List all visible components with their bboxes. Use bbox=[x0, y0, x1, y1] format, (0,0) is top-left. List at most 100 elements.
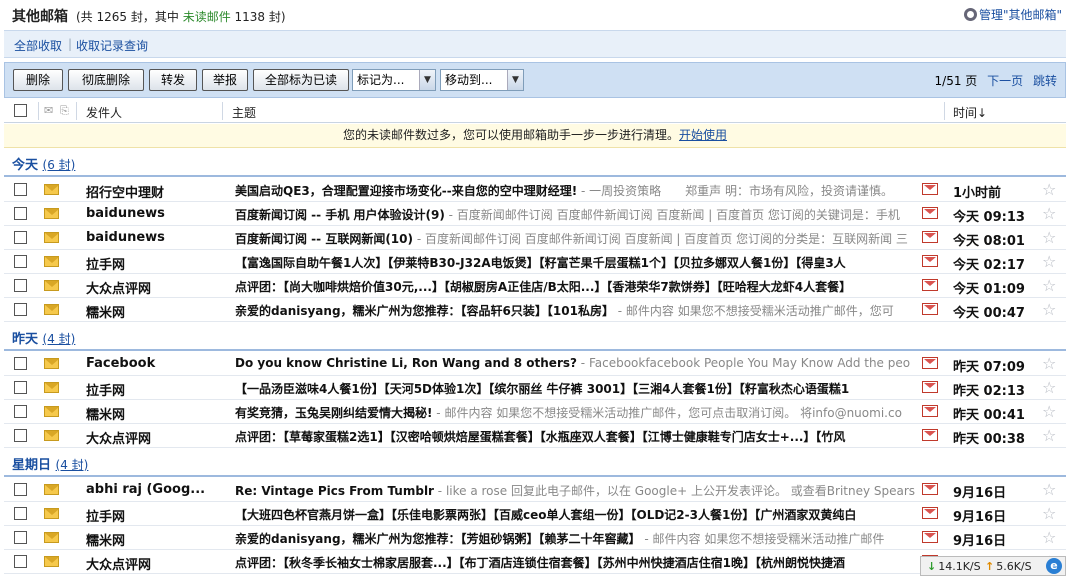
star-icon[interactable]: ☆ bbox=[1042, 228, 1056, 247]
mail-row[interactable]: 拉手网 【大班四色杯官燕月饼一盒】【乐佳电影票两张】【百威ceo单人套组一份】【O… bbox=[4, 502, 1066, 526]
unread-mail-link[interactable]: 未读邮件 bbox=[183, 10, 231, 24]
mail-sender[interactable]: 大众点评网 bbox=[86, 278, 226, 297]
group-count-link[interactable]: (6 封) bbox=[43, 158, 76, 172]
star-icon[interactable]: ☆ bbox=[1042, 480, 1056, 499]
ie-icon[interactable]: e bbox=[1046, 558, 1062, 574]
mail-subject[interactable]: 美国启动QE3，合理配置迎接市场变化--来自您的空中理财经理! - 一周投资策略… bbox=[235, 182, 921, 199]
mail-subject[interactable]: 点评团：【秋冬季长袖女士棉家居服套...】【布丁酒店连锁住宿套餐】【苏州中州快捷… bbox=[235, 554, 921, 571]
mail-sender[interactable]: 糯米网 bbox=[86, 302, 226, 321]
mail-sender[interactable]: abhi raj (Goog... bbox=[86, 482, 226, 497]
star-icon[interactable]: ☆ bbox=[1042, 426, 1056, 445]
mail-sender[interactable]: 拉手网 bbox=[86, 254, 226, 273]
star-icon[interactable]: ☆ bbox=[1042, 276, 1056, 295]
mail-flag-icon[interactable] bbox=[922, 381, 938, 393]
mail-row[interactable]: baidunews 百度新闻订阅 -- 手机 用户体验设计(9) - 百度新闻邮件… bbox=[4, 202, 1066, 226]
star-icon[interactable]: ☆ bbox=[1042, 402, 1056, 421]
mail-sender[interactable]: 大众点评网 bbox=[86, 428, 226, 447]
mail-row[interactable]: abhi raj (Goog... Re: Vintage Pics From T… bbox=[4, 478, 1066, 502]
mark-all-read-button[interactable]: 全部标为已读 bbox=[253, 69, 349, 91]
next-page-link[interactable]: 下一页 bbox=[987, 74, 1023, 88]
mail-row[interactable]: 拉手网 【富逸国际自助午餐1人次】【伊莱特B30-J32A电饭煲】【籽富芒果千层蛋… bbox=[4, 250, 1066, 274]
mail-checkbox[interactable] bbox=[14, 303, 27, 316]
star-icon[interactable]: ☆ bbox=[1042, 504, 1056, 523]
group-count-link[interactable]: (4 封) bbox=[43, 332, 76, 346]
mail-flag-icon[interactable] bbox=[922, 207, 938, 219]
mail-subject[interactable]: 点评团：【尚大咖啡烘焙价值30元,...】【胡椒厨房A正佳店/B太阳...】【香… bbox=[235, 278, 921, 295]
mail-subject[interactable]: Do you know Christine Li, Ron Wang and 8… bbox=[235, 356, 921, 370]
mail-checkbox[interactable] bbox=[14, 183, 27, 196]
mail-flag-icon[interactable] bbox=[922, 507, 938, 519]
mail-checkbox[interactable] bbox=[14, 357, 27, 370]
star-icon[interactable]: ☆ bbox=[1042, 252, 1056, 271]
time-column-header[interactable]: 时间↓ bbox=[953, 104, 987, 121]
star-icon[interactable]: ☆ bbox=[1042, 300, 1056, 319]
mail-row[interactable]: 糯米网 亲爱的danisyang，糯米广州为您推荐：【芳姐砂锅粥】【赖茅二十年窖藏… bbox=[4, 526, 1066, 550]
mail-checkbox[interactable] bbox=[14, 231, 27, 244]
start-cleanup-link[interactable]: 开始使用 bbox=[679, 128, 727, 142]
jump-page-link[interactable]: 跳转 bbox=[1033, 74, 1057, 88]
star-icon[interactable]: ☆ bbox=[1042, 354, 1056, 373]
mail-row[interactable]: baidunews 百度新闻订阅 -- 互联网新闻(10) - 百度新闻邮件订阅 … bbox=[4, 226, 1066, 250]
delete-permanent-button[interactable]: 彻底删除 bbox=[68, 69, 144, 91]
mail-sender[interactable]: 糯米网 bbox=[86, 404, 226, 423]
mail-checkbox[interactable] bbox=[14, 381, 27, 394]
forward-button[interactable]: 转发 bbox=[149, 69, 197, 91]
star-icon[interactable]: ☆ bbox=[1042, 204, 1056, 223]
mail-sender[interactable]: 糯米网 bbox=[86, 530, 226, 549]
mail-subject[interactable]: 百度新闻订阅 -- 互联网新闻(10) - 百度新闻邮件订阅 百度邮件新闻订阅 … bbox=[235, 230, 921, 247]
mail-subject[interactable]: 【一品汤臣滋味4人餐1份】【天河5D体验1次】【缤尔丽丝 牛仔裤 3001】【三… bbox=[235, 380, 921, 397]
mail-subject[interactable]: 百度新闻订阅 -- 手机 用户体验设计(9) - 百度新闻邮件订阅 百度邮件新闻… bbox=[235, 206, 921, 223]
mail-subject[interactable]: 有奖竞猜，玉兔吴刚纠结爱情大揭秘! - 邮件内容 如果您不想接受糯米活动推广邮件… bbox=[235, 404, 921, 421]
group-count-link[interactable]: (4 封) bbox=[56, 458, 89, 472]
mail-row[interactable]: 糯米网 亲爱的danisyang，糯米广州为您推荐：【容品轩6只装】【101私房】… bbox=[4, 298, 1066, 322]
mark-as-select[interactable]: 标记为... ▼ bbox=[352, 69, 436, 91]
mail-subject[interactable]: 【大班四色杯官燕月饼一盒】【乐佳电影票两张】【百威ceo单人套组一份】【OLD记… bbox=[235, 506, 921, 523]
move-to-select[interactable]: 移动到... ▼ bbox=[440, 69, 524, 91]
mail-checkbox[interactable] bbox=[14, 207, 27, 220]
mail-flag-icon[interactable] bbox=[922, 255, 938, 267]
mail-checkbox[interactable] bbox=[14, 483, 27, 496]
mail-checkbox[interactable] bbox=[14, 507, 27, 520]
mail-flag-icon[interactable] bbox=[922, 531, 938, 543]
mail-row[interactable]: 大众点评网 点评团：【草莓家蛋糕2选1】【汉密哈顿烘焙屋蛋糕套餐】【水瓶座双人套餐… bbox=[4, 424, 1066, 448]
select-all-checkbox[interactable] bbox=[14, 104, 27, 117]
sender-column-header[interactable]: 发件人 bbox=[86, 104, 122, 121]
mail-sender[interactable]: 大众点评网 bbox=[86, 554, 226, 573]
mail-subject[interactable]: 亲爱的danisyang，糯米广州为您推荐：【芳姐砂锅粥】【赖茅二十年窖藏】 -… bbox=[235, 530, 921, 547]
mail-flag-icon[interactable] bbox=[922, 405, 938, 417]
subject-column-header[interactable]: 主题 bbox=[232, 104, 256, 121]
mail-subject[interactable]: 点评团：【草莓家蛋糕2选1】【汉密哈顿烘焙屋蛋糕套餐】【水瓶座双人套餐】【江博士… bbox=[235, 428, 921, 445]
manage-other-mailbox-link[interactable]: 管理"其他邮箱" bbox=[963, 6, 1062, 23]
mail-subject[interactable]: Re: Vintage Pics From Tumblr - like a ro… bbox=[235, 482, 921, 499]
mail-sender[interactable]: baidunews bbox=[86, 230, 226, 245]
mail-row[interactable]: 招行空中理财 美国启动QE3，合理配置迎接市场变化--来自您的空中理财经理! - … bbox=[4, 178, 1066, 202]
mail-flag-icon[interactable] bbox=[922, 303, 938, 315]
mail-subject[interactable]: 【富逸国际自助午餐1人次】【伊莱特B30-J32A电饭煲】【籽富芒果千层蛋糕1个… bbox=[235, 254, 921, 271]
mail-checkbox[interactable] bbox=[14, 405, 27, 418]
mail-checkbox[interactable] bbox=[14, 429, 27, 442]
mail-row[interactable]: 大众点评网 点评团：【秋冬季长袖女士棉家居服套...】【布丁酒店连锁住宿套餐】【苏… bbox=[4, 550, 1066, 574]
mail-checkbox[interactable] bbox=[14, 255, 27, 268]
report-button[interactable]: 举报 bbox=[202, 69, 248, 91]
mail-flag-icon[interactable] bbox=[922, 183, 938, 195]
mail-checkbox[interactable] bbox=[14, 555, 27, 568]
mail-flag-icon[interactable] bbox=[922, 483, 938, 495]
mail-sender[interactable]: Facebook bbox=[86, 356, 226, 371]
mail-row[interactable]: 大众点评网 点评团：【尚大咖啡烘焙价值30元,...】【胡椒厨房A正佳店/B太阳.… bbox=[4, 274, 1066, 298]
mail-row[interactable]: 糯米网 有奖竞猜，玉兔吴刚纠结爱情大揭秘! - 邮件内容 如果您不想接受糯米活动推… bbox=[4, 400, 1066, 424]
mail-checkbox[interactable] bbox=[14, 531, 27, 544]
mail-flag-icon[interactable] bbox=[922, 231, 938, 243]
star-icon[interactable]: ☆ bbox=[1042, 378, 1056, 397]
mail-checkbox[interactable] bbox=[14, 279, 27, 292]
mail-sender[interactable]: baidunews bbox=[86, 206, 226, 221]
star-icon[interactable]: ☆ bbox=[1042, 528, 1056, 547]
mail-flag-icon[interactable] bbox=[922, 429, 938, 441]
receive-all-link[interactable]: 全部收取 bbox=[14, 37, 62, 54]
delete-button[interactable]: 删除 bbox=[13, 69, 63, 91]
mail-flag-icon[interactable] bbox=[922, 279, 938, 291]
receive-log-link[interactable]: 收取记录查询 bbox=[76, 37, 148, 54]
mail-flag-icon[interactable] bbox=[922, 357, 938, 369]
mail-row[interactable]: 拉手网 【一品汤臣滋味4人餐1份】【天河5D体验1次】【缤尔丽丝 牛仔裤 3001… bbox=[4, 376, 1066, 400]
mail-sender[interactable]: 招行空中理财 bbox=[86, 182, 226, 201]
star-icon[interactable]: ☆ bbox=[1042, 180, 1056, 199]
